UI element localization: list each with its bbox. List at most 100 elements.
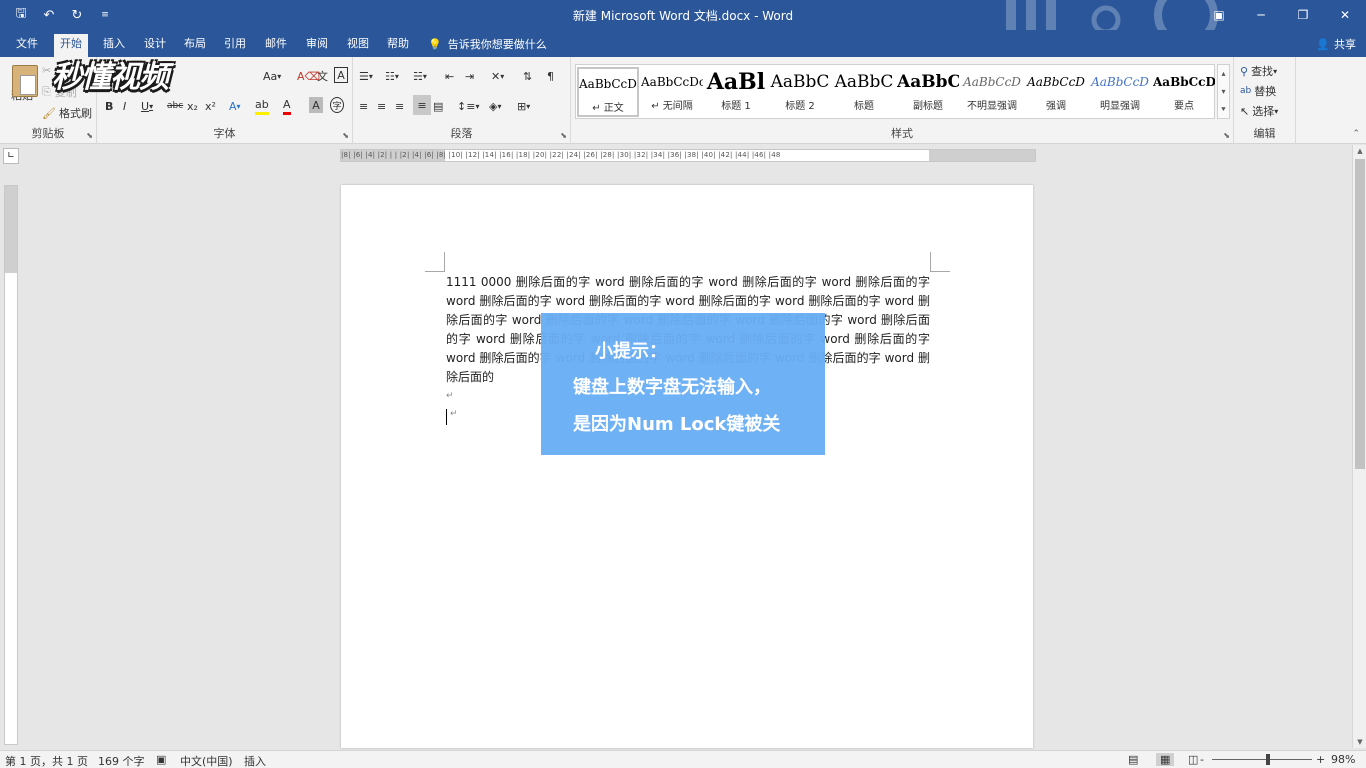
- style-emphasis[interactable]: AaBbCcD 强调: [1025, 67, 1087, 117]
- horizontal-ruler[interactable]: |8| |6| |4| |2| | | |2| |4| |6| |8| |10|…: [340, 149, 1036, 162]
- style-strong[interactable]: AaBbCcD 要点: [1153, 67, 1215, 117]
- close-icon[interactable]: ✕: [1324, 0, 1366, 30]
- style-subtitle[interactable]: AaBbC 副标题: [897, 67, 959, 117]
- multilevel-list-icon[interactable]: ☵ ▾: [413, 67, 427, 85]
- show-marks-icon[interactable]: ¶: [547, 67, 554, 85]
- chinese-layout-icon[interactable]: ✕ ▾: [491, 67, 504, 85]
- format-painter-button[interactable]: 🖌 格式刷: [42, 104, 92, 122]
- vertical-ruler[interactable]: [4, 185, 18, 745]
- paste-button[interactable]: 粘贴: [4, 59, 40, 121]
- window-title: 新建 Microsoft Word 文档.docx - Word: [572, 9, 794, 23]
- clipboard-icon: [12, 65, 38, 97]
- scroll-up-icon[interactable]: ▲: [1353, 145, 1366, 157]
- insert-mode[interactable]: 插入: [244, 753, 266, 768]
- scroll-thumb[interactable]: [1355, 159, 1365, 469]
- tab-file[interactable]: 文件: [10, 34, 44, 57]
- superscript-button[interactable]: x²: [205, 97, 216, 115]
- style-heading-2[interactable]: AaBbC 标题 2: [769, 67, 831, 117]
- italic-button[interactable]: I: [123, 97, 126, 115]
- zoom-level[interactable]: 98%: [1331, 753, 1355, 766]
- styles-more-icon[interactable]: ▴ ▾ ⯆: [1217, 64, 1230, 119]
- copy-icon: ⎘: [42, 85, 51, 98]
- style-name: 强调: [1046, 101, 1066, 112]
- style-name: ↵ 正文: [592, 103, 624, 114]
- select-label: 选择: [1252, 105, 1275, 118]
- cursor-icon: ↖: [1240, 104, 1250, 118]
- increase-indent-icon[interactable]: ⇥: [465, 67, 474, 85]
- style-title[interactable]: AaBbC 标题: [833, 67, 895, 117]
- sort-icon[interactable]: ⇅: [523, 67, 532, 85]
- tab-review[interactable]: 审阅: [300, 34, 334, 57]
- style-no-spacing[interactable]: AaBbCcDc ↵ 无间隔: [641, 67, 703, 117]
- lightbulb-icon: 💡: [428, 37, 442, 51]
- zoom-in-button[interactable]: +: [1316, 753, 1325, 766]
- dialog-launcher-icon[interactable]: ⬊: [86, 131, 93, 140]
- page-count[interactable]: 第 1 页，共 1 页: [5, 753, 88, 768]
- justify-icon[interactable]: ≡: [413, 95, 431, 115]
- word-count[interactable]: 169 个字: [98, 753, 145, 768]
- proofing-icon[interactable]: ▣: [156, 753, 166, 766]
- text-effects-icon[interactable]: A ▾: [229, 97, 241, 115]
- print-layout-icon[interactable]: ▦: [1156, 753, 1175, 766]
- replace-button[interactable]: ab 替换: [1240, 82, 1276, 100]
- bold-button[interactable]: B: [105, 97, 113, 115]
- watermark-text: 秒懂视频: [52, 60, 169, 95]
- style-subtle-emphasis[interactable]: AaBbCcD 不明显强调: [961, 67, 1023, 117]
- strikethrough-button[interactable]: abc: [167, 97, 183, 115]
- line-spacing-icon[interactable]: ↕≡ ▾: [457, 97, 479, 115]
- phonetic-icon[interactable]: 文: [317, 67, 328, 85]
- tab-selector[interactable]: ∟: [3, 148, 19, 164]
- numbering-icon[interactable]: ☷ ▾: [385, 67, 399, 85]
- language-status[interactable]: 中文(中国): [180, 753, 233, 768]
- editing-group: ⚲ 查找 ▾ ab 替换 ↖ 选择 ▾ 编辑: [1234, 57, 1296, 144]
- borders-icon[interactable]: ⊞ ▾: [517, 97, 530, 115]
- font-size-button[interactable]: Aa ▾: [263, 67, 281, 85]
- web-layout-icon[interactable]: ◫: [1188, 753, 1198, 766]
- collapse-ribbon-icon[interactable]: ⌃: [1352, 129, 1360, 139]
- tab-mailings[interactable]: 邮件: [259, 34, 293, 57]
- document-page[interactable]: 1111 0000 删除后面的字 word 删除后面的字 word 删除后面的字…: [341, 185, 1033, 748]
- ribbon-display-icon[interactable]: ▣: [1198, 0, 1240, 30]
- read-mode-icon[interactable]: ▤: [1128, 753, 1138, 766]
- style-preview: AaBbC: [770, 72, 830, 92]
- title-bar: 🖫 ↶ ↻ ≡ 新建 Microsoft Word 文档.docx - Word…: [0, 0, 1366, 30]
- select-button[interactable]: ↖ 选择 ▾: [1240, 102, 1278, 120]
- watermark-logo: 秒懂视频: [52, 52, 262, 96]
- enclose-char-icon[interactable]: 字: [330, 97, 344, 113]
- share-button[interactable]: 👤 共享: [1316, 36, 1356, 52]
- highlight-icon[interactable]: ab: [255, 97, 269, 115]
- tip-title: 小提示：: [595, 341, 667, 362]
- tip-line-2: 是因为Num Lock键被关: [573, 414, 781, 435]
- align-right-icon[interactable]: ≡: [395, 97, 404, 115]
- zoom-slider-track[interactable]: [1212, 759, 1312, 760]
- zoom-out-button[interactable]: -: [1200, 753, 1204, 766]
- bullets-icon[interactable]: ☰ ▾: [359, 67, 373, 85]
- align-center-icon[interactable]: ≡: [377, 97, 386, 115]
- shading-icon[interactable]: ◈ ▾: [489, 97, 501, 115]
- distributed-icon[interactable]: ▤: [433, 97, 443, 115]
- cut-icon[interactable]: ✂: [42, 61, 51, 79]
- style-normal[interactable]: AaBbCcDc ↵ 正文: [577, 67, 639, 117]
- dialog-launcher-icon[interactable]: ⬊: [560, 131, 567, 140]
- tell-me-box[interactable]: 💡 告诉我你想要做什么: [428, 36, 547, 52]
- tab-view[interactable]: 视图: [341, 34, 375, 57]
- decrease-indent-icon[interactable]: ⇤: [445, 67, 454, 85]
- minimize-icon[interactable]: ─: [1240, 0, 1282, 30]
- scroll-down-icon[interactable]: ▼: [1353, 736, 1366, 748]
- dialog-launcher-icon[interactable]: ⬊: [1223, 131, 1230, 140]
- find-button[interactable]: ⚲ 查找 ▾: [1240, 62, 1277, 80]
- align-left-icon[interactable]: ≡: [359, 97, 368, 115]
- tab-help[interactable]: 帮助: [381, 34, 415, 57]
- underline-button[interactable]: U ▾: [141, 97, 153, 115]
- vertical-scrollbar[interactable]: ▲ ▼: [1352, 145, 1366, 748]
- font-color-icon[interactable]: A: [283, 97, 291, 115]
- style-heading-1[interactable]: AaBl 标题 1: [705, 67, 767, 117]
- style-intense-emphasis[interactable]: AaBbCcD 明显强调: [1089, 67, 1151, 117]
- restore-icon[interactable]: ❐: [1282, 0, 1324, 30]
- subscript-button[interactable]: x₂: [187, 97, 198, 115]
- dialog-launcher-icon[interactable]: ⬊: [342, 131, 349, 140]
- char-shading-icon[interactable]: A: [309, 97, 323, 113]
- zoom-slider-thumb[interactable]: [1266, 754, 1270, 765]
- tell-me-text: 告诉我你想要做什么: [447, 38, 547, 51]
- char-border-icon[interactable]: A: [334, 67, 348, 83]
